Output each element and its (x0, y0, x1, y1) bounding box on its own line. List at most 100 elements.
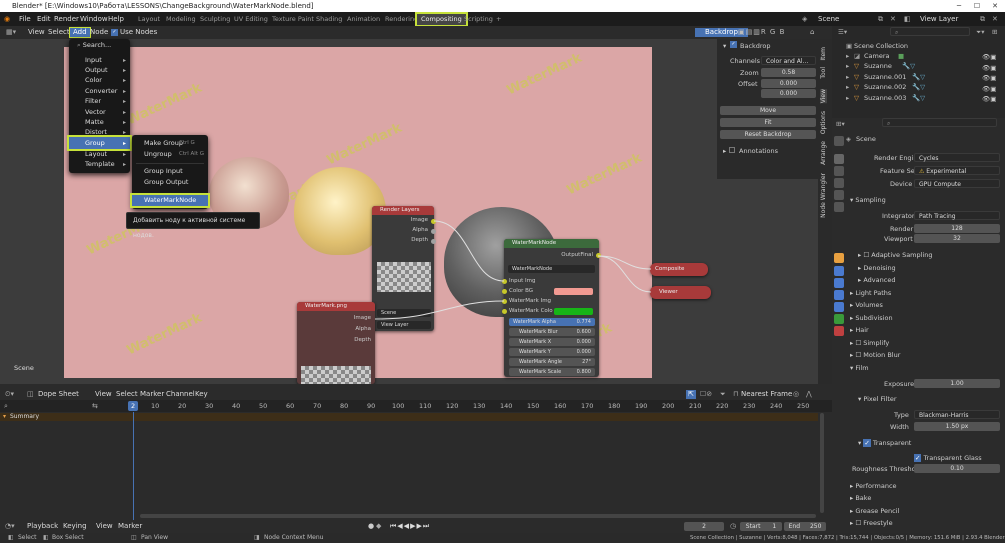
transparent-glass-checkbox[interactable]: ✓ Transparent Glass (914, 454, 982, 462)
dope-menu-key[interactable]: Key (195, 390, 208, 399)
exposure-field[interactable]: 1.00 (914, 379, 1000, 388)
annotations-expand-icon[interactable]: ▸ (723, 147, 726, 155)
physics-tab-icon[interactable] (834, 290, 844, 300)
outliner-filter-icon[interactable]: ⏷▾ (976, 28, 984, 37)
end-frame-field[interactable]: End 250 (784, 522, 826, 531)
add-menu-group[interactable]: Group (85, 139, 105, 148)
show-hidden-icon[interactable]: ☐⊘ (700, 390, 712, 399)
backdrop-expand-icon[interactable]: ▾ (723, 42, 726, 50)
watermark-x-field[interactable]: WaterMark X 0.000 (509, 338, 595, 346)
outliner-type-icon[interactable]: ☰▾ (838, 28, 847, 36)
tab-options[interactable]: Options (820, 111, 827, 134)
add-menu-input[interactable]: Input (85, 56, 102, 65)
watermarknode-group-node[interactable]: WaterMarkNode OutputFinal WaterMarkNode … (504, 239, 599, 377)
add-menu-filter[interactable]: Filter (85, 97, 101, 106)
view-layer-browse-icon[interactable]: ◧ (904, 14, 911, 24)
add-menu-color[interactable]: Color (85, 76, 102, 85)
subdivision-header[interactable]: ▸ Subdivision (850, 314, 893, 322)
menu-select[interactable]: Select (48, 28, 70, 37)
timeline-editor-icon[interactable]: ◔▾ (5, 522, 15, 531)
render-image-socket[interactable] (431, 219, 436, 224)
modifier-tab-icon[interactable] (834, 266, 844, 276)
use-nodes-checkbox[interactable]: ✓ (111, 29, 118, 36)
h-scrollbar[interactable] (140, 514, 816, 518)
editor-type-icon[interactable]: ⏲▾ (5, 390, 14, 399)
editor-type-icon[interactable]: ▦▾ (6, 28, 16, 37)
add-menu-matte[interactable]: Matte (85, 118, 104, 127)
tab-animation[interactable]: Animation (343, 14, 384, 25)
object-tab-icon[interactable] (834, 253, 844, 263)
freestyle-header[interactable]: ▸ ☐ Freestyle (850, 519, 893, 527)
tab-layout[interactable]: Layout (134, 14, 164, 25)
only-selected-icon[interactable]: ⇱ (686, 390, 696, 399)
dope-menu-view[interactable]: View (95, 390, 112, 399)
channels-dropdown[interactable]: Color and Al... (761, 56, 816, 65)
tab-texture-paint[interactable]: Texture Paint (268, 14, 318, 25)
playback-controls-icons[interactable]: ⏮◀◀▶▶⏭ (390, 522, 430, 531)
scene-tab-icon[interactable] (834, 190, 844, 200)
tab-item[interactable]: Item (820, 47, 827, 61)
scene-selector[interactable]: Scene (377, 309, 431, 317)
record-icon[interactable]: ● (368, 522, 374, 531)
denoising-header[interactable]: ▸ Denoising (858, 264, 896, 272)
transparent-header[interactable]: ▾ ✓ Transparent (858, 439, 911, 447)
tab-shading[interactable]: Shading (312, 14, 346, 25)
reset-backdrop-button[interactable]: Reset Backdrop (720, 130, 816, 139)
expand-icon[interactable]: ▸ (846, 62, 849, 70)
particles-tab-icon[interactable] (834, 278, 844, 288)
properties-search-input[interactable]: ⌕ (882, 118, 997, 127)
menu-add[interactable]: Add (69, 27, 91, 38)
tab-tool[interactable]: Tool (820, 67, 827, 79)
world-tab-icon[interactable] (834, 202, 844, 212)
menu-window[interactable]: Window (80, 14, 108, 24)
watermark-scale-field[interactable]: WaterMark Scale 0.800 (509, 368, 595, 376)
color-bg-swatch[interactable] (554, 288, 593, 295)
data-tab-icon[interactable] (834, 314, 844, 324)
group-datablock-selector[interactable]: WaterMarkNode (508, 265, 595, 273)
expand-icon[interactable]: ▸ (846, 52, 849, 60)
keying-menu[interactable]: Keying (63, 522, 87, 531)
view-layer-selector[interactable]: View Layer (377, 321, 431, 329)
color-bg-socket[interactable] (502, 289, 507, 294)
scene-name-field[interactable]: Scene (818, 14, 839, 24)
add-menu-converter[interactable]: Converter (85, 87, 117, 96)
snap-icon[interactable]: ⌂ (810, 28, 814, 37)
timeline-view-menu[interactable]: View (96, 522, 113, 531)
render-alpha-socket[interactable] (431, 229, 436, 234)
watermark-img-socket[interactable] (502, 299, 507, 304)
maximize-icon[interactable]: ☐ (968, 0, 986, 12)
dope-menu-channel[interactable]: Channel (166, 390, 195, 399)
proportional-icon[interactable]: ◎ (793, 390, 799, 399)
tab-modeling[interactable]: Modeling (162, 14, 200, 25)
menu-node[interactable]: Node (90, 28, 108, 37)
snap-mode-dropdown[interactable]: Nearest Frame (741, 390, 792, 399)
composite-node[interactable]: Composite (650, 263, 708, 276)
annotations-checkbox[interactable] (729, 147, 735, 153)
view-layer-field[interactable]: View Layer (920, 14, 958, 24)
dope-menu-marker[interactable]: Marker (140, 390, 164, 399)
render-depth-socket[interactable] (431, 239, 436, 244)
interpolation-icon[interactable]: ⋀ (806, 390, 812, 399)
make-group-item[interactable]: Make Group (144, 139, 183, 148)
outliner-item-suzanne[interactable]: Suzanne (864, 62, 892, 70)
scrollbar[interactable] (820, 413, 824, 513)
visibility-eye-icons[interactable]: 👁▣ 👁▣ 👁▣ 👁▣ 👁▣ (982, 52, 996, 105)
tool-tab-icon[interactable] (834, 136, 844, 146)
output-final-socket[interactable] (596, 253, 601, 258)
add-menu-vector[interactable]: Vector (85, 108, 106, 117)
bake-header[interactable]: ▸ Bake (850, 494, 871, 502)
watermark-color-socket[interactable] (502, 309, 507, 314)
feature-set-dropdown[interactable]: ⚠ Experimental (914, 166, 1000, 175)
summary-expand-icon[interactable]: ▾ (3, 413, 6, 420)
keyframe-icon[interactable]: ◆ (376, 522, 381, 531)
constraints-tab-icon[interactable] (834, 302, 844, 312)
snap-icon[interactable]: ⊓ (733, 390, 738, 399)
volumes-header[interactable]: ▸ Volumes (850, 301, 883, 309)
watermark-angle-field[interactable]: WaterMark Angle 27° (509, 358, 595, 366)
tab-view[interactable]: View (820, 89, 827, 104)
collapse-icon[interactable]: ⇆ (92, 402, 98, 410)
grease-pencil-header[interactable]: ▸ Grease Pencil (850, 507, 899, 515)
input-img-socket[interactable] (502, 279, 507, 284)
watermarknode-item[interactable]: WaterMarkNode (144, 196, 196, 205)
outliner-item-camera[interactable]: Camera (864, 52, 890, 60)
